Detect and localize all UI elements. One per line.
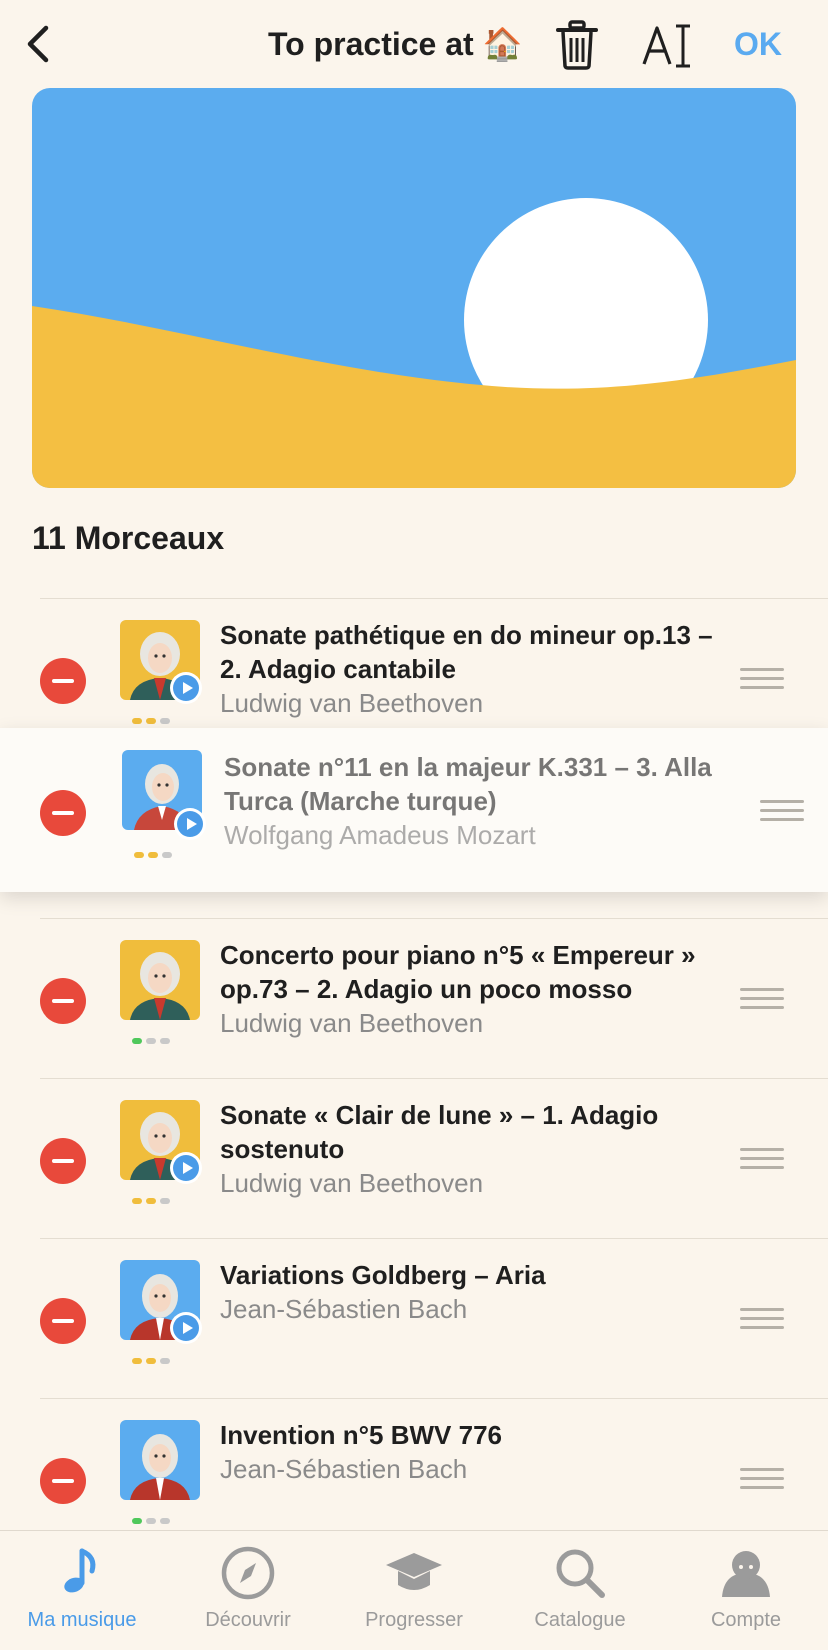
back-button[interactable] (24, 22, 64, 66)
row-divider (40, 1238, 828, 1239)
playlist-title: To practice at 🏠 (268, 26, 523, 62)
difficulty-indicator (132, 718, 170, 726)
drag-handle-icon[interactable] (760, 800, 804, 822)
bach-portrait-icon (120, 1420, 200, 1500)
list-item[interactable]: Sonate « Clair de lune » – 1. Adagio sos… (0, 1078, 828, 1238)
delete-playlist-button[interactable] (552, 18, 602, 72)
music-note-icon (64, 1548, 96, 1593)
top-bar: To practice at 🏠 OK (0, 0, 828, 90)
sunset-illustration (32, 88, 796, 488)
tab-ma-musique[interactable]: Ma musique (2, 1541, 162, 1641)
piece-title: Concerto pour piano n°5 « Empereur » op.… (220, 940, 696, 1004)
drag-handle-icon[interactable] (740, 988, 784, 1010)
difficulty-indicator (132, 1518, 170, 1526)
graduation-cap-icon (386, 1553, 442, 1590)
piece-title: Variations Goldberg – Aria (220, 1260, 546, 1290)
search-icon (556, 1549, 605, 1598)
drag-handle-icon[interactable] (740, 668, 784, 690)
tab-label: Découvrir (205, 1609, 291, 1631)
text-cursor-icon (642, 24, 690, 68)
piece-title: Sonate « Clair de lune » – 1. Adagio sos… (220, 1100, 659, 1164)
difficulty-indicator (132, 1038, 170, 1046)
piece-composer: Jean-Sébastien Bach (220, 1294, 468, 1324)
row-divider (40, 1078, 828, 1079)
piece-title: Invention n°5 BWV 776 (220, 1420, 503, 1450)
piece-composer: Ludwig van Beethoven (220, 688, 484, 718)
account-icon (722, 1551, 770, 1597)
row-divider (40, 598, 828, 599)
tab-label: Compte (710, 1609, 782, 1631)
playlist-cover-image (32, 88, 796, 488)
piece-composer: Ludwig van Beethoven (220, 1008, 484, 1038)
audio-play-icon (170, 1312, 202, 1344)
row-divider (40, 1398, 828, 1399)
list-item[interactable]: Variations Goldberg – Aria Jean-Sébastie… (0, 1238, 828, 1398)
piece-composer: Jean-Sébastien Bach (220, 1454, 468, 1484)
drag-handle-icon[interactable] (740, 1148, 784, 1170)
audio-play-icon (170, 672, 202, 704)
bottom-tab-bar: Ma musique Découvrir Progresser Catalogu… (0, 1530, 828, 1650)
audio-play-icon (174, 808, 206, 840)
tab-label: Progresser (365, 1609, 463, 1631)
compass-icon (221, 1546, 275, 1600)
tab-label: Ma musique (27, 1609, 137, 1631)
remove-button[interactable] (40, 1458, 86, 1504)
row-divider (40, 918, 828, 919)
piece-title: Sonate n°11 en la majeur K.331 – 3. Alla… (224, 752, 712, 816)
tab-compte[interactable]: Compte (666, 1541, 826, 1641)
remove-button[interactable] (40, 790, 86, 836)
piece-count: 11 Morceaux (32, 520, 225, 556)
piece-title: Sonate pathétique en do mineur op.13 – 2… (220, 620, 713, 684)
tab-decouvrir[interactable]: Découvrir (168, 1541, 328, 1641)
remove-button[interactable] (40, 978, 86, 1024)
list-item[interactable]: Concerto pour piano n°5 « Empereur » op.… (0, 918, 828, 1078)
tab-label: Catalogue (534, 1609, 626, 1631)
drag-handle-icon[interactable] (740, 1308, 784, 1330)
text-size-button[interactable] (640, 18, 696, 72)
drag-handle-icon[interactable] (740, 1468, 784, 1490)
piece-composer: Wolfgang Amadeus Mozart (224, 820, 536, 850)
beethoven-portrait-icon (120, 940, 200, 1020)
remove-button[interactable] (40, 658, 86, 704)
tab-progresser[interactable]: Progresser (334, 1541, 494, 1641)
chevron-left-icon (27, 25, 49, 63)
piece-composer: Ludwig van Beethoven (220, 1168, 484, 1198)
remove-button[interactable] (40, 1138, 86, 1184)
trash-icon (556, 20, 598, 70)
list-item-dragging[interactable]: Sonate n°11 en la majeur K.331 – 3. Alla… (0, 728, 828, 892)
remove-button[interactable] (40, 1298, 86, 1344)
difficulty-indicator (132, 1198, 170, 1206)
audio-play-icon (170, 1152, 202, 1184)
tab-catalogue[interactable]: Catalogue (500, 1541, 660, 1641)
difficulty-indicator (134, 852, 172, 860)
ok-button[interactable]: OK (734, 22, 782, 66)
difficulty-indicator (132, 1358, 170, 1366)
